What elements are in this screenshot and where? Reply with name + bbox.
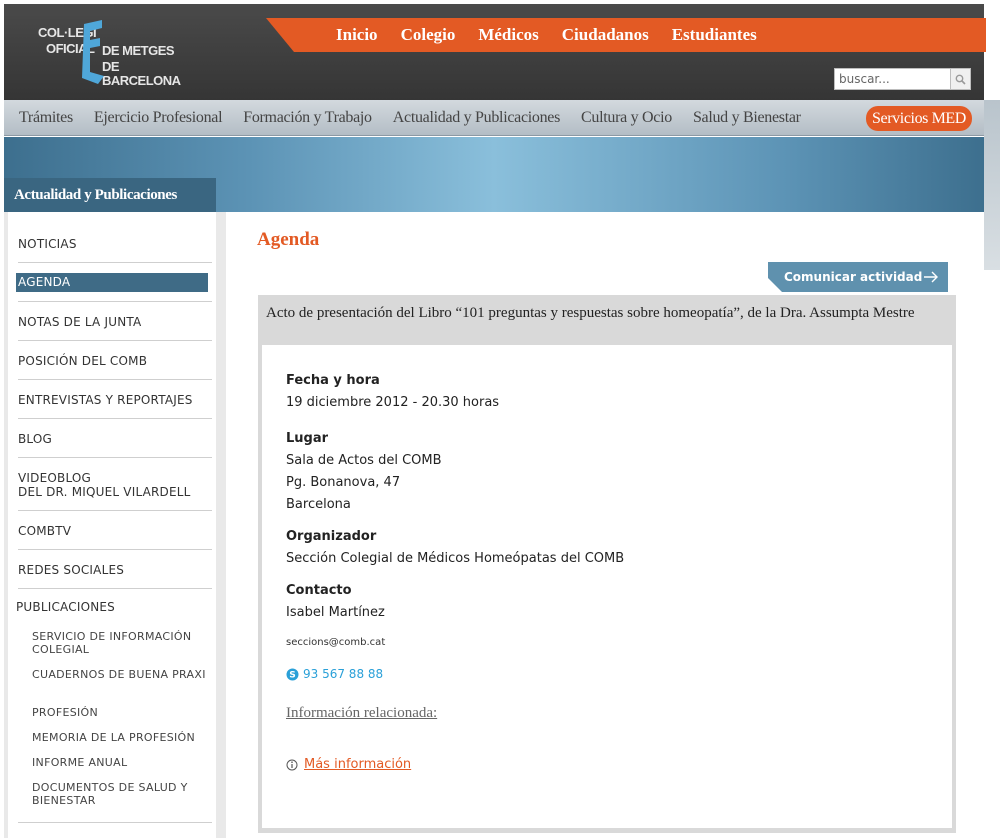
sidebar-item-videoblog[interactable]: VIDEOBLOG	[18, 471, 210, 485]
sidebar-item-agenda[interactable]: AGENDA	[16, 273, 208, 292]
sidebar: NOTICIAS AGENDA NOTAS DE LA JUNTA POSICI…	[4, 212, 226, 838]
sidebar-divider	[18, 822, 212, 823]
sidebar-item-entrevistas[interactable]: ENTREVISTAS Y REPORTAJES	[18, 393, 210, 407]
contact-label: Contacto	[286, 583, 352, 598]
date-value: 19 diciembre 2012 - 20.30 horas	[286, 395, 500, 410]
secondary-nav: Trámites Ejercicio Profesional Formación…	[4, 100, 984, 136]
event-details: Fecha y hora 19 diciembre 2012 - 20.30 h…	[262, 345, 952, 828]
place-line: Barcelona	[286, 497, 351, 512]
logo-emblem-icon	[82, 20, 104, 84]
subnav-actualidad-publicaciones[interactable]: Actualidad y Publicaciones	[393, 109, 561, 127]
sidebar-subitem-memoria[interactable]: MEMORIA DE LA PROFESIÓN	[32, 731, 210, 744]
search-button[interactable]	[951, 68, 971, 90]
place-label: Lugar	[286, 431, 329, 446]
sidebar-item-videoblog-subtitle[interactable]: DEL DR. MIQUEL VILARDELL	[18, 485, 210, 499]
date-label: Fecha y hora	[286, 373, 380, 388]
sidebar-item-posicion-comb[interactable]: POSICIÓN DEL COMB	[18, 354, 210, 368]
sidebar-divider	[18, 510, 212, 511]
subnav-formacion-trabajo[interactable]: Formación y Trabajo	[243, 109, 372, 127]
subnav-tramites[interactable]: Trámites	[19, 109, 73, 127]
more-info-link[interactable]: Más información	[286, 757, 411, 772]
skype-icon: S	[286, 668, 299, 680]
top-nav: Inicio Colegio Médicos Ciudadanos Estudi…	[266, 18, 986, 52]
sidebar-divider	[18, 262, 212, 263]
sidebar-subitem-profesion[interactable]: PROFESIÓN	[32, 706, 210, 719]
communicate-activity-button[interactable]: Comunicar actividad	[768, 262, 948, 292]
sidebar-subitem-informe-anual[interactable]: INFORME ANUAL	[32, 756, 210, 769]
sidebar-item-combtv[interactable]: COMBTV	[18, 524, 210, 538]
sidebar-divider	[18, 379, 212, 380]
sidebar-item-noticias[interactable]: NOTICIAS	[18, 237, 210, 251]
related-info-heading: Información relacionada:	[286, 705, 438, 721]
contact-name: Isabel Martínez	[286, 605, 385, 620]
contact-email[interactable]: seccions@comb.cat	[286, 637, 385, 648]
sidebar-divider	[18, 418, 212, 419]
sidebar-divider	[18, 457, 212, 458]
site-logo[interactable]: COL·LEGI OFICIAL DE METGES DE BARCELONA	[38, 20, 198, 88]
info-icon	[286, 759, 298, 770]
subnav-cultura-ocio[interactable]: Cultura y Ocio	[581, 109, 672, 127]
page-edge	[984, 100, 1000, 270]
sidebar-item-publicaciones[interactable]: PUBLICACIONES	[16, 600, 208, 614]
organizer-value: Sección Colegial de Médicos Homeópatas d…	[286, 551, 625, 566]
top-nav-estudiantes[interactable]: Estudiantes	[672, 18, 757, 52]
sidebar-divider	[18, 549, 212, 550]
site-header: COL·LEGI OFICIAL DE METGES DE BARCELONA …	[4, 4, 986, 100]
sidebar-subitem-documentos[interactable]: DOCUMENTOS DE SALUD Y BIENESTAR	[32, 781, 210, 807]
sidebar-item-notas-junta[interactable]: NOTAS DE LA JUNTA	[18, 315, 210, 329]
top-nav-ciudadanos[interactable]: Ciudadanos	[562, 18, 649, 52]
sidebar-subitem-servicio-informacion[interactable]: SERVICIO DE INFORMACIÓN COLEGIAL	[32, 630, 210, 656]
top-nav-medicos[interactable]: Médicos	[478, 18, 538, 52]
top-nav-colegio[interactable]: Colegio	[401, 18, 456, 52]
sidebar-item-blog[interactable]: BLOG	[18, 432, 210, 446]
more-info-label: Más información	[304, 757, 412, 772]
sidebar-item-redes-sociales[interactable]: REDES SOCIALES	[18, 563, 210, 577]
sidebar-title: Actualidad y Publicaciones	[4, 178, 216, 212]
contact-phone-number: 93 567 88 88	[303, 667, 384, 681]
subnav-servicios-med[interactable]: Servicios MED	[866, 106, 972, 131]
sidebar-subitem-cuadernos[interactable]: CUADERNOS DE BUENA PRAXI	[32, 668, 210, 681]
page-title: Agenda	[257, 229, 320, 250]
place-line: Sala de Actos del COMB	[286, 453, 442, 468]
subnav-salud-bienestar[interactable]: Salud y Bienestar	[693, 109, 801, 127]
organizer-label: Organizador	[286, 529, 377, 544]
search-box	[834, 68, 974, 90]
svg-text:S: S	[289, 670, 295, 680]
top-nav-inicio[interactable]: Inicio	[336, 18, 378, 52]
sidebar-divider	[18, 301, 212, 302]
contact-phone[interactable]: S 93 567 88 88	[286, 667, 383, 681]
search-icon	[955, 74, 966, 85]
search-input[interactable]	[834, 68, 951, 90]
logo-line-3: DE METGES	[102, 43, 175, 58]
subnav-ejercicio-profesional[interactable]: Ejercicio Profesional	[94, 109, 223, 127]
arrow-right-icon	[922, 262, 940, 292]
sidebar-divider	[18, 588, 212, 589]
logo-line-4: DE BARCELONA	[102, 59, 181, 88]
sidebar-divider	[18, 340, 212, 341]
communicate-activity-label: Comunicar actividad	[784, 270, 923, 284]
place-line: Pg. Bonanova, 47	[286, 475, 401, 490]
event-title: Acto de presentación del Libro “101 preg…	[266, 305, 915, 321]
event-card: Acto de presentación del Libro “101 preg…	[258, 295, 956, 833]
